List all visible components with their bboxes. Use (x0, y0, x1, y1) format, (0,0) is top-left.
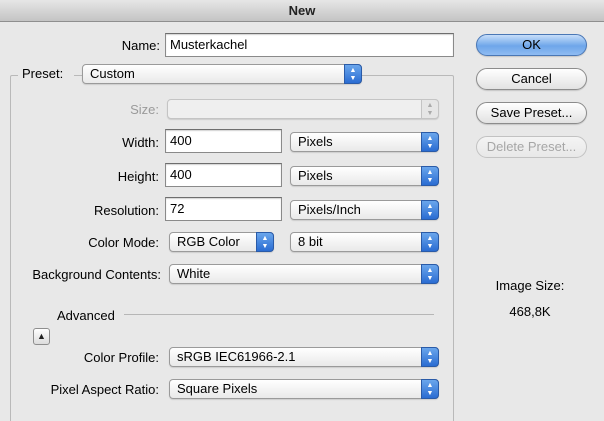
up-down-arrows-icon: ▲ ▼ (344, 64, 362, 84)
up-down-arrows-icon: ▲ ▼ (421, 379, 439, 399)
width-label: Width: (122, 135, 159, 150)
pixel-aspect-ratio-popup[interactable]: Square Pixels ▲ ▼ (169, 379, 439, 399)
height-unit-value: Pixels (298, 168, 333, 183)
background-contents-label: Background Contents: (32, 267, 161, 282)
ok-button[interactable]: OK (476, 34, 587, 56)
pixel-aspect-ratio-value: Square Pixels (177, 381, 258, 396)
bit-depth-popup[interactable]: 8 bit ▲ ▼ (290, 232, 439, 252)
advanced-separator (124, 314, 434, 315)
new-document-dialog: Name: Musterkachel Preset: Custom ▲ ▼ Siz… (0, 22, 604, 421)
height-unit-popup[interactable]: Pixels ▲ ▼ (290, 166, 439, 186)
resolution-unit-popup[interactable]: Pixels/Inch ▲ ▼ (290, 200, 439, 220)
preset-label: Preset: (22, 66, 64, 81)
color-mode-label: Color Mode: (88, 235, 159, 250)
color-profile-value: sRGB IEC61966-2.1 (177, 349, 296, 364)
preset-popup[interactable]: Custom ▲ ▼ (82, 64, 362, 84)
background-contents-value: White (177, 266, 211, 281)
resolution-label: Resolution: (93, 203, 159, 218)
preset-value: Custom (90, 66, 135, 81)
advanced-label: Advanced (57, 308, 115, 323)
background-contents-popup[interactable]: White ▲ ▼ (169, 264, 439, 284)
bit-depth-value: 8 bit (298, 234, 323, 249)
size-label: Size: (130, 102, 159, 117)
up-down-arrows-icon: ▲ ▼ (421, 264, 439, 284)
width-unit-value: Pixels (298, 134, 333, 149)
color-mode-value: RGB Color (177, 234, 240, 249)
delete-preset-button: Delete Preset... (476, 136, 587, 158)
color-mode-popup[interactable]: RGB Color ▲ ▼ (169, 232, 274, 252)
resolution-input[interactable]: 72 (165, 197, 282, 221)
image-size-value: 468,8K (509, 304, 551, 319)
width-input[interactable]: 400 (165, 129, 282, 153)
name-label: Name: (121, 38, 160, 53)
color-profile-popup[interactable]: sRGB IEC61966-2.1 ▲ ▼ (169, 347, 439, 367)
up-down-arrows-icon: ▲ ▼ (256, 232, 274, 252)
width-unit-popup[interactable]: Pixels ▲ ▼ (290, 132, 439, 152)
resolution-unit-value: Pixels/Inch (298, 202, 361, 217)
up-down-arrows-icon: ▲ ▼ (421, 166, 439, 186)
image-size-label: Image Size: (495, 278, 565, 293)
height-label: Height: (117, 169, 159, 184)
pixel-aspect-ratio-label: Pixel Aspect Ratio: (50, 382, 159, 397)
triangle-up-icon: ▲ (37, 331, 46, 341)
advanced-disclosure-button[interactable]: ▲ (33, 328, 50, 345)
up-down-arrows-icon: ▲ ▼ (421, 99, 439, 119)
height-input[interactable]: 400 (165, 163, 282, 187)
up-down-arrows-icon: ▲ ▼ (421, 347, 439, 367)
window-title: New (0, 0, 604, 22)
color-profile-label: Color Profile: (83, 350, 159, 365)
size-popup: ▲ ▼ (167, 99, 439, 119)
cancel-button[interactable]: Cancel (476, 68, 587, 90)
save-preset-button[interactable]: Save Preset... (476, 102, 587, 124)
name-input[interactable]: Musterkachel (165, 33, 454, 57)
up-down-arrows-icon: ▲ ▼ (421, 232, 439, 252)
up-down-arrows-icon: ▲ ▼ (421, 200, 439, 220)
up-down-arrows-icon: ▲ ▼ (421, 132, 439, 152)
